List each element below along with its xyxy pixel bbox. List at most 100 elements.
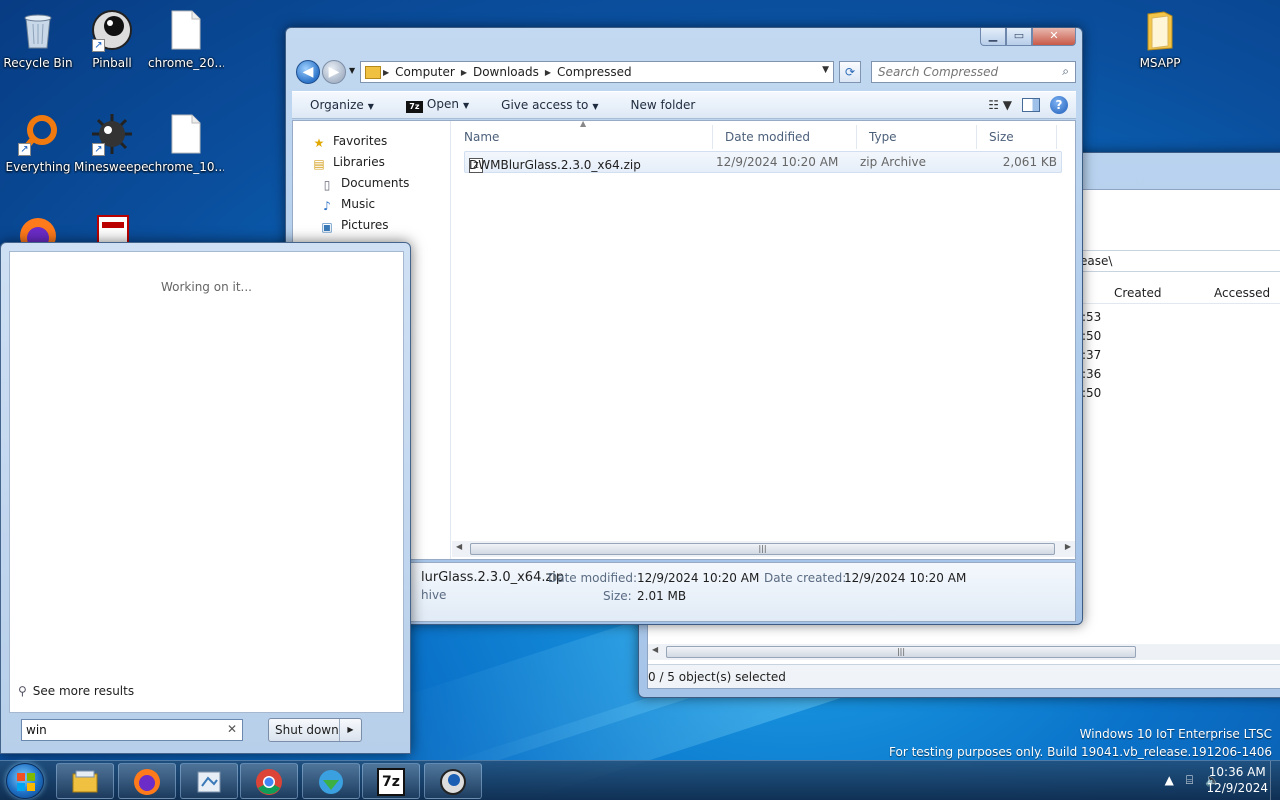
help-icon[interactable]: ?: [1050, 96, 1068, 114]
scroll-left-arrow[interactable]: ◀: [456, 542, 462, 551]
organize-button[interactable]: Organize ▼: [292, 98, 388, 112]
give-access-label: Give access to: [501, 98, 589, 112]
shutdown-options-arrow-icon[interactable]: ▶: [339, 719, 361, 741]
file-type: zip Archive: [860, 155, 926, 169]
minimize-button[interactable]: ▁: [980, 28, 1006, 46]
taskbar-7zip[interactable]: 7z: [362, 763, 420, 799]
background-row-time: :36: [1082, 367, 1102, 381]
nav-label: Music: [341, 197, 376, 211]
change-view-icon[interactable]: ☷ ▼: [988, 98, 1012, 112]
column-name[interactable]: Name: [452, 125, 713, 149]
details-file-type: hive: [421, 588, 447, 602]
desktop-icon-label: Recycle Bin: [3, 56, 73, 70]
give-access-button[interactable]: Give access to ▼: [483, 98, 612, 112]
recycle-bin-icon: [16, 8, 60, 52]
details-date-created: 12/9/2024 10:20 AM: [844, 571, 967, 585]
column-accessed[interactable]: Accessed: [1214, 286, 1270, 300]
breadcrumb-downloads[interactable]: Downloads: [469, 65, 543, 79]
shutdown-button[interactable]: Shut down ▶: [268, 718, 362, 742]
new-folder-button[interactable]: New folder: [613, 98, 710, 112]
open-label: Open: [426, 97, 459, 111]
see-more-label: See more results: [32, 684, 135, 698]
search-input[interactable]: [872, 62, 1048, 82]
scrollbar-thumb[interactable]: |||: [666, 646, 1136, 658]
scroll-right-arrow[interactable]: ▶: [1065, 542, 1071, 551]
address-dropdown-icon[interactable]: ▼: [822, 65, 829, 75]
windows-edition-watermark: Windows 10 IoT Enterprise LTSC: [1079, 727, 1272, 741]
network-icon[interactable]: ⌸: [1186, 773, 1193, 788]
preview-pane-icon[interactable]: [1022, 98, 1040, 112]
documents-icon: ▯: [323, 178, 331, 192]
see-more-results-link[interactable]: ⚲ See more results: [18, 684, 134, 698]
forward-button[interactable]: ▶: [322, 60, 346, 84]
nav-documents[interactable]: ▯ Documents: [319, 173, 410, 193]
shortcut-arrow-icon: ↗: [92, 39, 105, 52]
nav-label: Documents: [341, 176, 410, 190]
clear-search-icon[interactable]: ✕: [227, 722, 237, 736]
search-box[interactable]: ⌕: [871, 61, 1076, 83]
start-search-box[interactable]: ✕: [21, 719, 243, 741]
column-type[interactable]: Type: [857, 125, 977, 149]
file-list: ▲ Name Date modified Type Size Z DWMBlurG…: [452, 119, 1075, 559]
breadcrumb-separator-icon[interactable]: ▶: [459, 68, 469, 77]
file-name-text: DWMBlurGlass.2.3.0_x64.zip: [469, 158, 641, 172]
desktop-icon-chrome-installer-2[interactable]: chrome_10...: [148, 112, 224, 174]
scroll-left-arrow[interactable]: ◀: [652, 645, 658, 654]
desktop-icon-msapp[interactable]: MSAPP: [1122, 8, 1198, 70]
column-created[interactable]: Created: [1114, 286, 1162, 300]
command-bar-right: ☷ ▼ ?: [988, 96, 1068, 114]
clock-time: 10:36 AM: [1208, 765, 1266, 779]
nav-pictures[interactable]: ▣ Pictures: [319, 215, 389, 235]
background-row-time: :37: [1082, 348, 1102, 362]
scrollbar-thumb[interactable]: |||: [470, 543, 1055, 555]
show-desktop-button[interactable]: [1270, 761, 1280, 800]
breadcrumb-separator-icon[interactable]: ▶: [381, 68, 391, 77]
search-status: Working on it...: [160, 280, 252, 294]
nav-favorites[interactable]: ★ Favorites: [311, 131, 388, 151]
explorer-icon: [71, 768, 99, 796]
desktop-icon-recycle-bin[interactable]: Recycle Bin: [0, 8, 76, 70]
desktop-icon-label: Pinball: [92, 56, 132, 70]
search-icon: ⚲: [18, 684, 27, 698]
refresh-button[interactable]: ⟳: [839, 61, 861, 83]
nav-music[interactable]: ♪ Music: [319, 194, 375, 214]
address-bar[interactable]: ▶ Computer ▶ Downloads ▶ Compressed ▼: [360, 61, 834, 83]
column-date-modified[interactable]: Date modified: [713, 125, 857, 149]
background-row-time: :50: [1082, 386, 1102, 400]
address-row: ◀ ▶ ▼ ▶ Computer ▶ Downloads ▶ Compresse…: [294, 60, 1076, 86]
background-column-header: Created Accessed: [1080, 282, 1280, 304]
breadcrumb-separator-icon[interactable]: ▶: [543, 68, 553, 77]
minesweeper-icon: ↗: [90, 112, 134, 156]
show-hidden-icons-icon[interactable]: ▲: [1165, 773, 1174, 788]
taskbar-firefox[interactable]: [118, 763, 176, 799]
nav-label: Pictures: [341, 218, 389, 232]
taskbar-pinball[interactable]: [424, 763, 482, 799]
clock[interactable]: 10:36 AM 12/9/2024: [1206, 764, 1268, 796]
desktop-icon-everything[interactable]: ↗ Everything: [0, 112, 76, 174]
taskbar-explorer[interactable]: [56, 763, 114, 799]
background-horizontal-scrollbar[interactable]: ◀ |||: [648, 644, 1280, 660]
horizontal-scrollbar[interactable]: ◀ ||| ▶: [452, 541, 1075, 557]
recent-pages-dropdown-icon[interactable]: ▼: [349, 66, 355, 75]
start-search-input[interactable]: [22, 720, 218, 740]
taskbar-chrome[interactable]: [240, 763, 298, 799]
start-button[interactable]: [6, 763, 44, 799]
desktop-icon-minesweeper[interactable]: ↗ Minesweeper: [74, 112, 150, 174]
back-button[interactable]: ◀: [296, 60, 320, 84]
download-manager-icon: [317, 768, 345, 796]
close-button[interactable]: ✕: [1032, 28, 1076, 46]
desktop-icon-chrome-installer-1[interactable]: chrome_20...: [148, 8, 224, 70]
breadcrumb-computer[interactable]: Computer: [391, 65, 459, 79]
maximize-button[interactable]: ▭: [1006, 28, 1032, 46]
taskbar-download-manager[interactable]: [302, 763, 360, 799]
open-button[interactable]: 7z Open ▼: [388, 97, 483, 113]
file-row[interactable]: Z DWMBlurGlass.2.3.0_x64.zip 12/9/2024 10…: [464, 151, 1062, 173]
pictures-icon: ▣: [321, 220, 333, 234]
column-size[interactable]: Size: [977, 125, 1057, 149]
taskbar-paint[interactable]: [180, 763, 238, 799]
nav-libraries[interactable]: ▤ Libraries: [311, 152, 385, 172]
desktop-icon-pinball[interactable]: ↗ Pinball: [74, 8, 150, 70]
start-menu[interactable]: Working on it... ⚲ See more results ✕ Shu…: [0, 242, 411, 754]
breadcrumb-compressed[interactable]: Compressed: [553, 65, 636, 79]
desktop-icon-label: MSAPP: [1139, 56, 1181, 70]
